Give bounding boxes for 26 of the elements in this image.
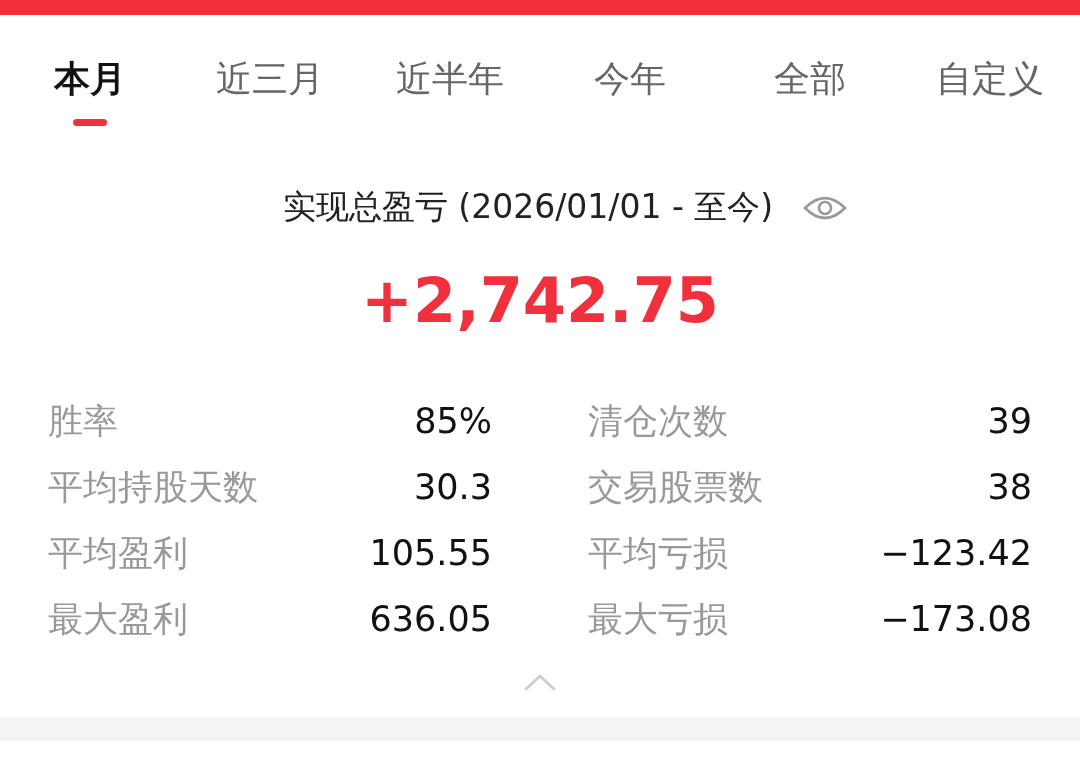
stat-value: 39 <box>987 401 1032 441</box>
stat-label: 平均持股天数 <box>48 465 258 509</box>
stat-value: −173.08 <box>880 599 1032 639</box>
summary-title: 实现总盈亏 (2026/01/01 - 至今) <box>282 186 774 228</box>
stat-label: 平均盈利 <box>48 531 188 575</box>
stat-value: 636.05 <box>369 599 492 639</box>
period-tab[interactable]: 本月 <box>0 15 180 104</box>
period-tab[interactable]: 近半年 <box>360 15 540 104</box>
period-tab[interactable]: 今年 <box>540 15 720 104</box>
stat-value: 30.3 <box>414 467 492 507</box>
stat-label: 清仓次数 <box>588 399 728 443</box>
period-tab[interactable]: 近三月 <box>180 15 360 104</box>
collapse-chevron-icon[interactable] <box>523 673 557 693</box>
stat-label: 最大盈利 <box>48 597 188 641</box>
stat-value: −123.42 <box>880 533 1032 573</box>
stat-label: 胜率 <box>48 399 118 443</box>
stat-label: 最大亏损 <box>588 597 728 641</box>
stat-value: 38 <box>987 467 1032 507</box>
total-profit-value: +2,742.75 <box>360 264 720 337</box>
period-tab[interactable]: 自定义 <box>900 15 1080 104</box>
stat-label: 交易股票数 <box>588 465 763 509</box>
stat-value: 85% <box>414 401 492 441</box>
stat-value: 105.55 <box>369 533 492 573</box>
stat-label: 平均亏损 <box>588 531 728 575</box>
active-tab-indicator <box>73 119 107 126</box>
period-tab[interactable]: 全部 <box>720 15 900 104</box>
